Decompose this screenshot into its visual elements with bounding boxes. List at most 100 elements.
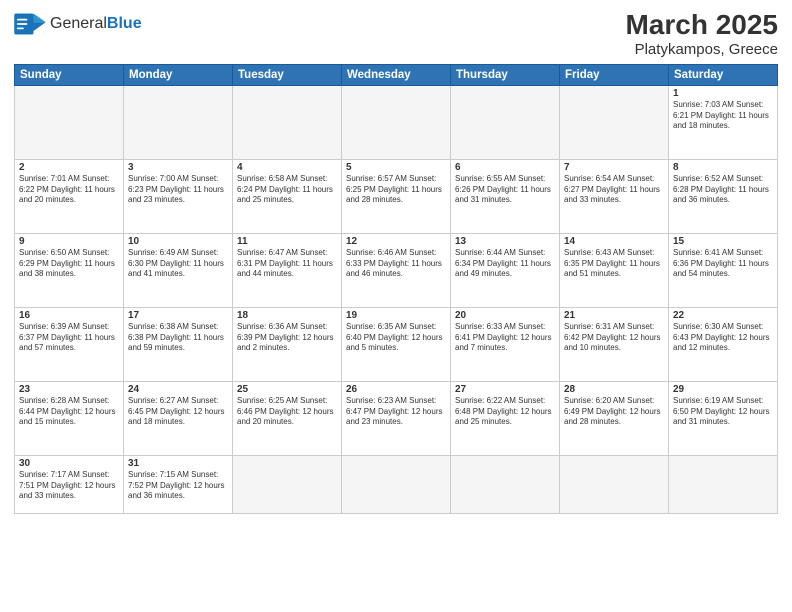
day-number: 21 (564, 310, 664, 321)
calendar-cell (342, 455, 451, 513)
header-wednesday: Wednesday (342, 64, 451, 85)
calendar-cell: 29Sunrise: 6:19 AM Sunset: 6:50 PM Dayli… (669, 381, 778, 455)
calendar-cell: 15Sunrise: 6:41 AM Sunset: 6:36 PM Dayli… (669, 233, 778, 307)
day-number: 8 (673, 162, 773, 173)
day-number: 14 (564, 236, 664, 247)
calendar-cell (124, 85, 233, 159)
calendar-cell: 2Sunrise: 7:01 AM Sunset: 6:22 PM Daylig… (15, 159, 124, 233)
day-info: Sunrise: 6:43 AM Sunset: 6:35 PM Dayligh… (564, 248, 664, 280)
calendar-cell: 11Sunrise: 6:47 AM Sunset: 6:31 PM Dayli… (233, 233, 342, 307)
day-number: 11 (237, 236, 337, 247)
day-number: 31 (128, 458, 228, 469)
day-info: Sunrise: 6:41 AM Sunset: 6:36 PM Dayligh… (673, 248, 773, 280)
day-number: 28 (564, 384, 664, 395)
calendar-cell: 8Sunrise: 6:52 AM Sunset: 6:28 PM Daylig… (669, 159, 778, 233)
day-info: Sunrise: 7:00 AM Sunset: 6:23 PM Dayligh… (128, 174, 228, 206)
calendar-cell: 28Sunrise: 6:20 AM Sunset: 6:49 PM Dayli… (560, 381, 669, 455)
calendar-cell (451, 85, 560, 159)
day-info: Sunrise: 6:25 AM Sunset: 6:46 PM Dayligh… (237, 396, 337, 428)
calendar-cell (15, 85, 124, 159)
day-number: 9 (19, 236, 119, 247)
header-saturday: Saturday (669, 64, 778, 85)
title-block: March 2025 Platykampos, Greece (625, 10, 778, 58)
calendar-cell: 12Sunrise: 6:46 AM Sunset: 6:33 PM Dayli… (342, 233, 451, 307)
day-info: Sunrise: 7:01 AM Sunset: 6:22 PM Dayligh… (19, 174, 119, 206)
calendar-cell (451, 455, 560, 513)
calendar-cell: 23Sunrise: 6:28 AM Sunset: 6:44 PM Dayli… (15, 381, 124, 455)
day-info: Sunrise: 6:57 AM Sunset: 6:25 PM Dayligh… (346, 174, 446, 206)
day-info: Sunrise: 6:39 AM Sunset: 6:37 PM Dayligh… (19, 322, 119, 354)
calendar-cell: 13Sunrise: 6:44 AM Sunset: 6:34 PM Dayli… (451, 233, 560, 307)
calendar-table: Sunday Monday Tuesday Wednesday Thursday… (14, 64, 778, 514)
calendar-cell: 18Sunrise: 6:36 AM Sunset: 6:39 PM Dayli… (233, 307, 342, 381)
day-number: 20 (455, 310, 555, 321)
calendar-cell: 27Sunrise: 6:22 AM Sunset: 6:48 PM Dayli… (451, 381, 560, 455)
calendar-cell: 16Sunrise: 6:39 AM Sunset: 6:37 PM Dayli… (15, 307, 124, 381)
day-number: 10 (128, 236, 228, 247)
day-info: Sunrise: 6:22 AM Sunset: 6:48 PM Dayligh… (455, 396, 555, 428)
day-number: 4 (237, 162, 337, 173)
day-number: 26 (346, 384, 446, 395)
day-number: 17 (128, 310, 228, 321)
day-number: 27 (455, 384, 555, 395)
day-number: 29 (673, 384, 773, 395)
day-number: 19 (346, 310, 446, 321)
header-monday: Monday (124, 64, 233, 85)
calendar-cell: 5Sunrise: 6:57 AM Sunset: 6:25 PM Daylig… (342, 159, 451, 233)
day-number: 12 (346, 236, 446, 247)
day-info: Sunrise: 6:49 AM Sunset: 6:30 PM Dayligh… (128, 248, 228, 280)
calendar-cell: 14Sunrise: 6:43 AM Sunset: 6:35 PM Dayli… (560, 233, 669, 307)
calendar-cell: 24Sunrise: 6:27 AM Sunset: 6:45 PM Dayli… (124, 381, 233, 455)
day-number: 25 (237, 384, 337, 395)
header-sunday: Sunday (15, 64, 124, 85)
day-info: Sunrise: 6:55 AM Sunset: 6:26 PM Dayligh… (455, 174, 555, 206)
calendar-cell (233, 85, 342, 159)
calendar-cell (560, 85, 669, 159)
day-number: 16 (19, 310, 119, 321)
day-info: Sunrise: 6:46 AM Sunset: 6:33 PM Dayligh… (346, 248, 446, 280)
logo-icon (14, 10, 46, 38)
header-thursday: Thursday (451, 64, 560, 85)
day-number: 3 (128, 162, 228, 173)
day-info: Sunrise: 6:38 AM Sunset: 6:38 PM Dayligh… (128, 322, 228, 354)
day-info: Sunrise: 6:19 AM Sunset: 6:50 PM Dayligh… (673, 396, 773, 428)
header: GeneralBlue March 2025 Platykampos, Gree… (14, 10, 778, 58)
day-info: Sunrise: 6:31 AM Sunset: 6:42 PM Dayligh… (564, 322, 664, 354)
day-number: 30 (19, 458, 119, 469)
day-number: 1 (673, 88, 773, 99)
calendar-cell: 7Sunrise: 6:54 AM Sunset: 6:27 PM Daylig… (560, 159, 669, 233)
day-info: Sunrise: 6:23 AM Sunset: 6:47 PM Dayligh… (346, 396, 446, 428)
day-number: 15 (673, 236, 773, 247)
day-info: Sunrise: 6:27 AM Sunset: 6:45 PM Dayligh… (128, 396, 228, 428)
day-number: 23 (19, 384, 119, 395)
calendar-title: March 2025 (625, 10, 778, 41)
calendar-cell (233, 455, 342, 513)
calendar-cell: 20Sunrise: 6:33 AM Sunset: 6:41 PM Dayli… (451, 307, 560, 381)
day-number: 7 (564, 162, 664, 173)
calendar-cell: 9Sunrise: 6:50 AM Sunset: 6:29 PM Daylig… (15, 233, 124, 307)
page: GeneralBlue March 2025 Platykampos, Gree… (0, 0, 792, 612)
logo-text: GeneralBlue (50, 15, 142, 33)
calendar-cell: 6Sunrise: 6:55 AM Sunset: 6:26 PM Daylig… (451, 159, 560, 233)
day-number: 22 (673, 310, 773, 321)
calendar-cell (669, 455, 778, 513)
day-info: Sunrise: 6:20 AM Sunset: 6:49 PM Dayligh… (564, 396, 664, 428)
day-number: 5 (346, 162, 446, 173)
day-info: Sunrise: 7:03 AM Sunset: 6:21 PM Dayligh… (673, 100, 773, 132)
day-number: 18 (237, 310, 337, 321)
calendar-subtitle: Platykampos, Greece (625, 41, 778, 58)
calendar-cell: 30Sunrise: 7:17 AM Sunset: 7:51 PM Dayli… (15, 455, 124, 513)
day-info: Sunrise: 6:36 AM Sunset: 6:39 PM Dayligh… (237, 322, 337, 354)
calendar-header-row: Sunday Monday Tuesday Wednesday Thursday… (15, 64, 778, 85)
calendar-cell: 19Sunrise: 6:35 AM Sunset: 6:40 PM Dayli… (342, 307, 451, 381)
day-info: Sunrise: 6:58 AM Sunset: 6:24 PM Dayligh… (237, 174, 337, 206)
calendar-cell: 4Sunrise: 6:58 AM Sunset: 6:24 PM Daylig… (233, 159, 342, 233)
calendar-cell: 26Sunrise: 6:23 AM Sunset: 6:47 PM Dayli… (342, 381, 451, 455)
calendar-cell: 31Sunrise: 7:15 AM Sunset: 7:52 PM Dayli… (124, 455, 233, 513)
header-tuesday: Tuesday (233, 64, 342, 85)
day-info: Sunrise: 6:54 AM Sunset: 6:27 PM Dayligh… (564, 174, 664, 206)
logo: GeneralBlue (14, 10, 142, 38)
day-info: Sunrise: 6:33 AM Sunset: 6:41 PM Dayligh… (455, 322, 555, 354)
day-number: 13 (455, 236, 555, 247)
day-info: Sunrise: 6:44 AM Sunset: 6:34 PM Dayligh… (455, 248, 555, 280)
